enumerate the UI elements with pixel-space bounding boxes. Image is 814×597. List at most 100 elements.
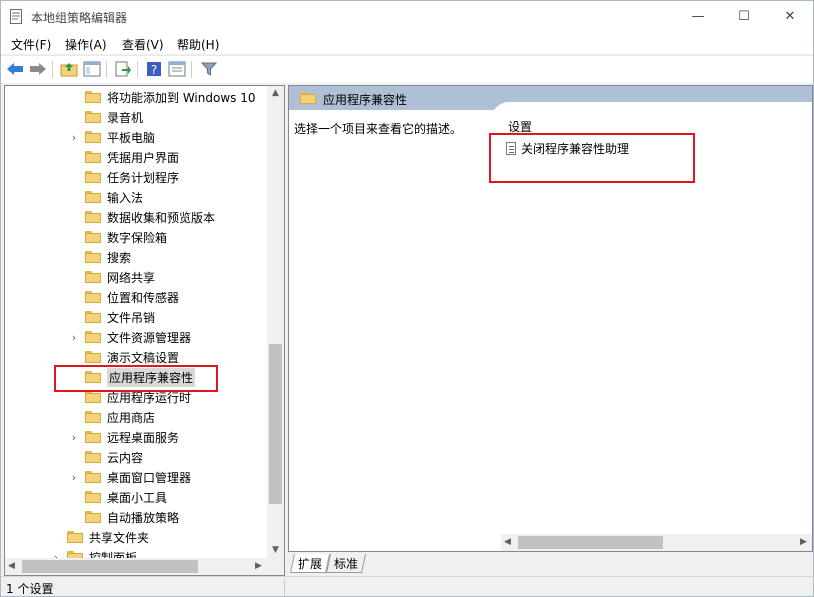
tree-item-label: 自动播放策略 — [107, 510, 180, 525]
tree-item[interactable]: › 平板电脑 — [69, 127, 155, 147]
tree-item[interactable]: 桌面小工具 — [69, 487, 167, 507]
maximize-button[interactable]: ☐ — [721, 1, 767, 32]
tree-item[interactable]: 数据收集和预览版本 — [69, 207, 215, 227]
tree-item-label: 应用程序运行时 — [107, 390, 192, 405]
folder-up-icon[interactable] — [59, 59, 79, 79]
maximize-icon: ☐ — [738, 9, 750, 24]
description-text: 选择一个项目来查看它的描述。 — [294, 122, 463, 136]
chevron-right-icon[interactable]: › — [69, 127, 79, 147]
tree-item-label: 应用商店 — [107, 410, 156, 425]
tree-item[interactable]: 应用程序兼容性 — [69, 367, 196, 387]
help-icon[interactable]: ? — [144, 59, 164, 79]
tree-item[interactable]: › 桌面窗口管理器 — [69, 467, 191, 487]
tree-item[interactable]: 输入法 — [69, 187, 143, 207]
tree-item-label: 录音机 — [107, 110, 144, 125]
minimize-button[interactable]: — — [675, 1, 721, 32]
folder-icon — [85, 131, 101, 143]
tree-item[interactable]: › 文件资源管理器 — [69, 327, 191, 347]
details-horizontal-scrollbar[interactable]: ◀ ▶ — [501, 534, 812, 551]
toolbar-separator — [137, 61, 138, 78]
menu-action[interactable]: 操作(A) — [65, 36, 107, 53]
scroll-right-arrow-icon[interactable]: ▶ — [800, 537, 807, 547]
tree-item-label: 位置和传感器 — [107, 290, 180, 305]
forward-arrow-icon[interactable] — [28, 59, 48, 79]
folder-icon — [85, 431, 101, 443]
status-text: 1 个设置 — [6, 582, 54, 596]
export-list-icon[interactable] — [113, 59, 133, 79]
tree-item[interactable]: 位置和传感器 — [69, 287, 179, 307]
tree-item-label: 文件吊销 — [107, 310, 156, 325]
tree-horizontal-scrollbar[interactable]: ◀ ▶ — [5, 558, 267, 575]
tree-pane[interactable]: 将功能添加到 Windows 10 录音机 › 平板电脑凭据用户界面 任务计划程序输入法… — [4, 85, 285, 576]
scroll-thumb[interactable] — [518, 536, 663, 549]
back-arrow-icon[interactable] — [5, 59, 25, 79]
menu-help[interactable]: 帮助(H) — [177, 36, 219, 53]
scroll-left-arrow-icon[interactable]: ◀ — [504, 537, 511, 547]
settings-column-header-area — [491, 102, 812, 122]
close-button[interactable]: ✕ — [767, 1, 813, 32]
status-bar: 1 个设置 — [1, 576, 813, 596]
scroll-thumb[interactable] — [269, 344, 282, 504]
chevron-right-icon[interactable]: › — [69, 427, 79, 447]
scroll-thumb[interactable] — [22, 560, 198, 573]
tab-extended[interactable]: 扩展 — [289, 554, 331, 573]
tree-item[interactable]: 凭据用户界面 — [69, 147, 179, 167]
tree-item[interactable]: 演示文稿设置 — [69, 347, 179, 367]
tree-item[interactable]: 任务计划程序 — [69, 167, 179, 187]
tree-item[interactable]: 数字保险箱 — [69, 227, 167, 247]
chevron-right-icon[interactable]: › — [69, 327, 79, 347]
folder-icon — [85, 251, 101, 263]
tree-item-label: 数字保险箱 — [107, 230, 168, 245]
tree-item-label: 凭据用户界面 — [107, 150, 180, 165]
menu-view[interactable]: 查看(V) — [122, 36, 164, 53]
tree-item-label: 云内容 — [107, 450, 144, 465]
show-hide-tree-icon[interactable] — [82, 59, 102, 79]
settings-column-header[interactable]: 设置 — [508, 118, 532, 135]
folder-icon — [85, 451, 101, 463]
minimize-icon: — — [691, 9, 705, 24]
folder-icon — [85, 351, 101, 363]
filter-icon[interactable] — [199, 59, 219, 79]
policy-setting-icon — [506, 142, 516, 155]
tree-item[interactable]: 应用程序运行时 — [69, 387, 191, 407]
tree-item[interactable]: › 远程桌面服务 — [69, 427, 179, 447]
tree-item[interactable]: 将功能添加到 Windows 10 — [69, 87, 255, 107]
svg-text:?: ? — [151, 63, 157, 77]
tree-item[interactable]: 自动播放策略 — [69, 507, 179, 527]
setting-item[interactable]: 关闭程序兼容性助理 — [506, 140, 629, 157]
tree-item-label: 网络共享 — [107, 270, 156, 285]
folder-icon — [85, 511, 101, 523]
folder-icon — [85, 91, 101, 103]
tree-item[interactable]: 网络共享 — [69, 267, 155, 287]
scroll-up-arrow-icon[interactable]: ▲ — [272, 88, 279, 98]
tree-item[interactable]: 文件吊销 — [69, 307, 155, 327]
folder-icon — [85, 391, 101, 403]
tree-item[interactable]: 应用商店 — [69, 407, 155, 427]
scroll-down-arrow-icon[interactable]: ▼ — [272, 545, 279, 555]
tab-standard[interactable]: 标准 — [325, 554, 367, 573]
tree-vertical-scrollbar[interactable]: ▲ ▼ — [267, 86, 284, 558]
tree-item[interactable]: 搜索 — [69, 247, 131, 267]
tree-item-label: 任务计划程序 — [107, 170, 180, 185]
tree-item-label: 搜索 — [107, 250, 132, 265]
folder-icon — [85, 211, 101, 223]
chevron-right-icon[interactable]: › — [69, 467, 79, 487]
tree-item[interactable]: 录音机 — [69, 107, 143, 127]
tree-item[interactable]: 共享文件夹 — [51, 527, 149, 547]
tree-item[interactable]: 云内容 — [69, 447, 143, 467]
main-window: 本地组策略编辑器 — ☐ ✕ 文件(F) 操作(A) 查看(V) 帮助(H) ? — [0, 0, 814, 597]
menu-file[interactable]: 文件(F) — [11, 36, 51, 53]
scroll-right-arrow-icon[interactable]: ▶ — [255, 561, 262, 571]
tree-item-label: 文件资源管理器 — [107, 330, 192, 345]
scroll-left-arrow-icon[interactable]: ◀ — [8, 561, 15, 571]
folder-icon — [85, 291, 101, 303]
properties-view-icon[interactable] — [167, 59, 187, 79]
